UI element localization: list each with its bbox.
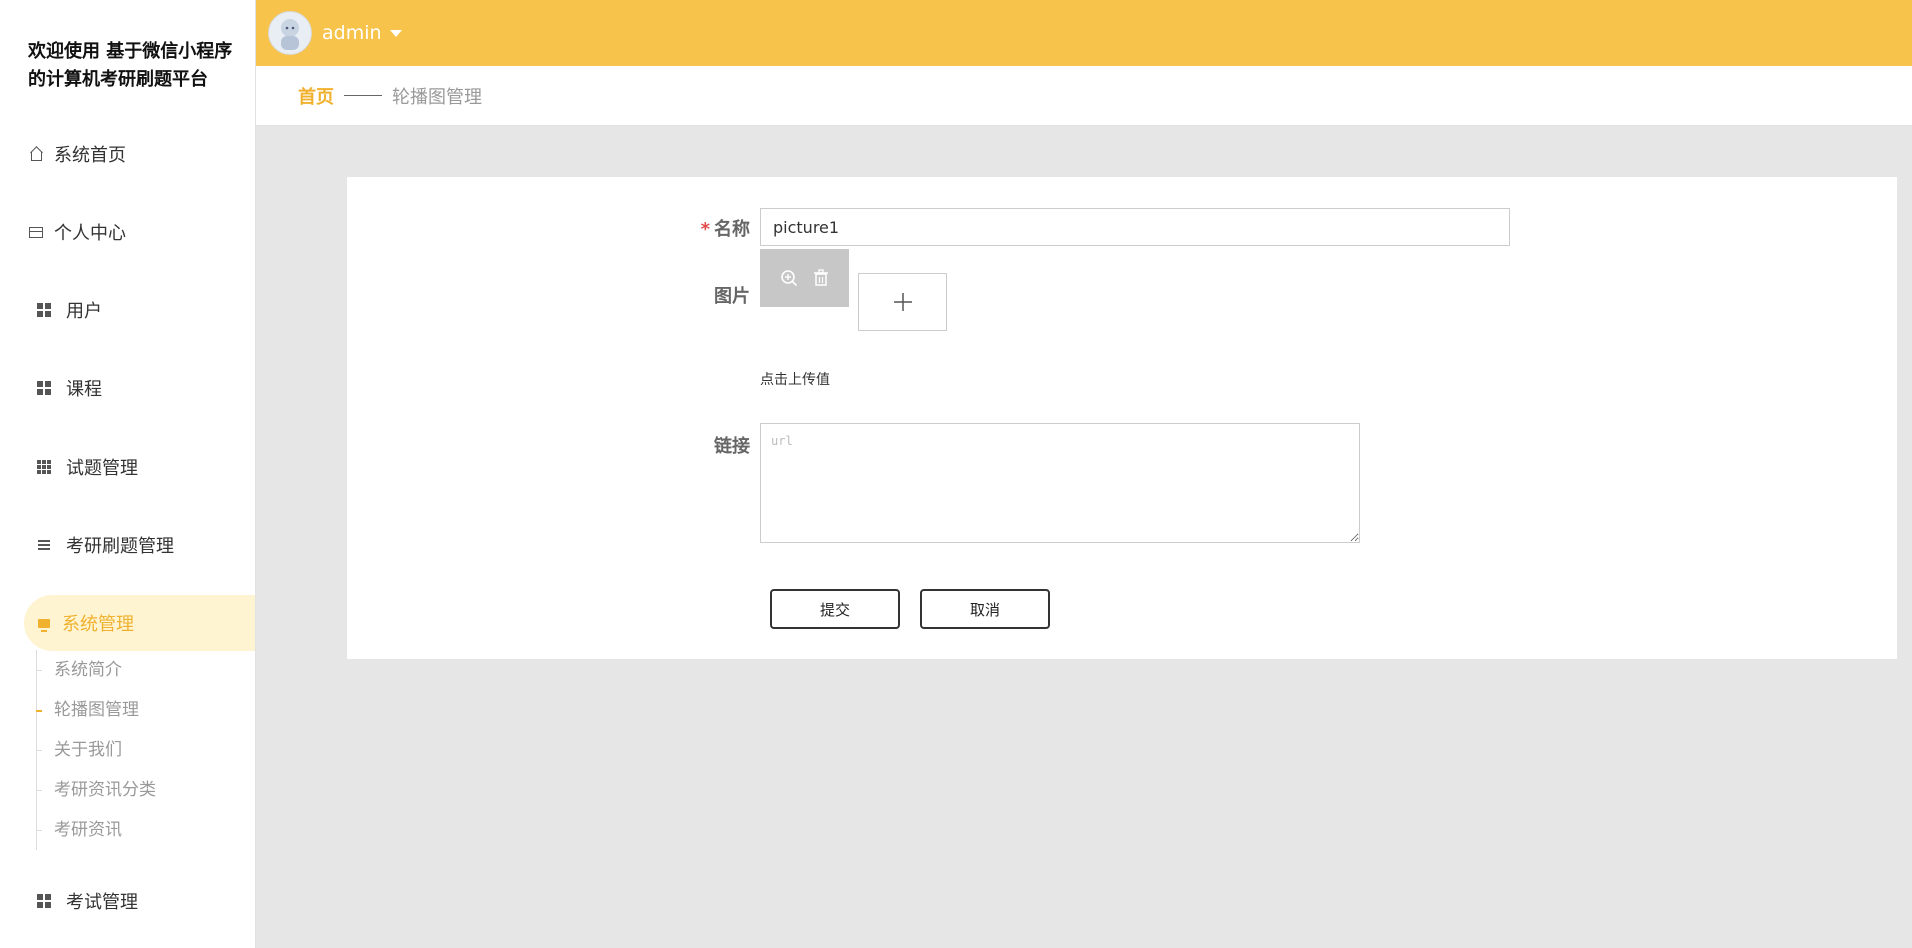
sidebar: 欢迎使用 基于微信小程序的计算机考研刷题平台 系统首页 个人中心 用户 课程 试… [0, 0, 256, 948]
nav-item-profile[interactable]: 个人中心 [0, 204, 255, 260]
breadcrumb-home[interactable]: 首页 [298, 83, 334, 109]
submenu-item-carousel[interactable]: 轮播图管理 [36, 690, 156, 730]
name-input[interactable] [760, 208, 1510, 246]
app-title: 欢迎使用 基于微信小程序的计算机考研刷题平台 [28, 41, 233, 90]
submenu-item-about[interactable]: 关于我们 [36, 730, 156, 770]
submit-button[interactable]: 提交 [770, 589, 900, 629]
submenu-item-intro[interactable]: 系统简介 [36, 650, 156, 690]
plus-icon [893, 293, 912, 311]
form-card: *名称 图片 点击上传值 链接 提交 取消 [347, 177, 1897, 659]
submenu-item-news[interactable]: 考研资讯 [36, 810, 156, 850]
avatar-image [281, 19, 299, 50]
home-icon [28, 146, 44, 162]
nav-item-home[interactable]: 系统首页 [0, 126, 255, 182]
cancel-button[interactable]: 取消 [920, 589, 1050, 629]
nav-item-label: 系统管理 [62, 614, 134, 635]
monitor-icon [36, 615, 52, 632]
upload-button[interactable] [858, 273, 947, 331]
nav-item-label: 课程 [66, 379, 102, 400]
breadcrumb: 首页 轮播图管理 [256, 66, 1912, 126]
submenu-item-news-category[interactable]: 考研资讯分类 [36, 770, 156, 810]
name-label: * 名称 [700, 219, 750, 240]
grid-icon [36, 302, 52, 318]
top-header: admin [256, 0, 1912, 66]
nav-item-label: 系统首页 [54, 145, 126, 166]
list-icon [36, 537, 52, 553]
breadcrumb-current: 轮播图管理 [392, 86, 482, 108]
link-textarea[interactable] [760, 423, 1360, 543]
delete-icon[interactable] [811, 268, 831, 288]
uploaded-image-thumbnail[interactable] [760, 249, 849, 307]
submenu: 系统简介 轮播图管理 关于我们 考研资讯分类 考研资讯 [36, 650, 156, 850]
upload-hint: 点击上传值 [760, 372, 830, 388]
avatar[interactable] [268, 11, 312, 55]
breadcrumb-separator [344, 95, 382, 96]
wallet-icon [28, 224, 44, 240]
nav-item-system[interactable]: 系统管理 [24, 595, 255, 651]
image-label: 图片 [714, 286, 750, 307]
required-mark: * [700, 219, 710, 240]
nav-item-label: 用户 [66, 301, 102, 322]
nav-item-label: 试题管理 [66, 458, 138, 479]
nav-item-label: 考研刷题管理 [66, 536, 174, 557]
link-label: 链接 [714, 436, 750, 457]
nav-item-questions[interactable]: 试题管理 [0, 439, 255, 495]
grid-icon [36, 380, 52, 396]
user-menu[interactable]: admin [322, 22, 402, 44]
grid-9-icon [36, 459, 52, 475]
grid-icon [36, 893, 52, 909]
nav-item-label: 考试管理 [66, 892, 138, 913]
zoom-in-icon[interactable] [779, 268, 799, 288]
chevron-down-icon [389, 29, 402, 37]
nav-item-courses[interactable]: 课程 [0, 360, 255, 416]
nav-item-users[interactable]: 用户 [0, 282, 255, 338]
nav-item-label: 个人中心 [54, 223, 126, 244]
username: admin [322, 22, 382, 44]
nav-item-exam[interactable]: 考试管理 [0, 873, 255, 929]
nav-item-practice[interactable]: 考研刷题管理 [0, 517, 255, 573]
